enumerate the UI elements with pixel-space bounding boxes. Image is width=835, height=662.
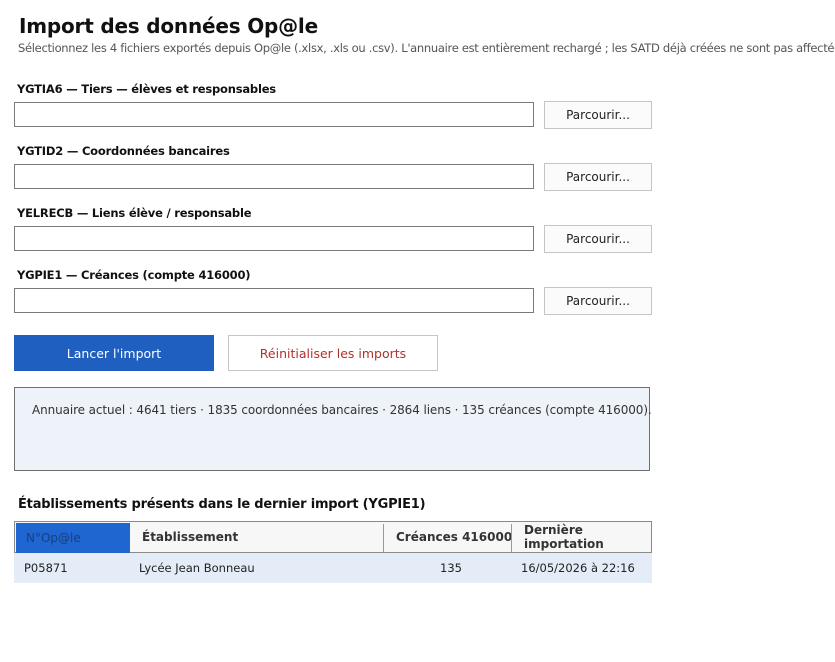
launch-import-button[interactable]: Lancer l'import <box>14 335 214 371</box>
browse-button-ygtid2[interactable]: Parcourir... <box>544 163 652 191</box>
file-path-ygtid2[interactable] <box>14 164 534 189</box>
browse-button-ygtia6[interactable]: Parcourir... <box>544 101 652 129</box>
file-label-ygtia6: YGTIA6 — Tiers — élèves et responsables <box>17 82 276 96</box>
column-header-etablissement[interactable]: Établissement <box>142 522 238 552</box>
file-label-yelrecb: YELRECB — Liens élève / responsable <box>17 206 252 220</box>
column-divider[interactable] <box>511 524 512 552</box>
column-divider[interactable] <box>383 524 384 552</box>
file-label-ygtid2: YGTID2 — Coordonnées bancaires <box>17 144 230 158</box>
file-path-ygpie1[interactable] <box>14 288 534 313</box>
cell-creances: 135 <box>440 561 462 575</box>
cell-derniere-importation: 16/05/2026 à 22:16 <box>521 561 635 575</box>
section-title: Établissements présents dans le dernier … <box>18 497 426 512</box>
status-text: Annuaire actuel : 4641 tiers · 1835 coor… <box>32 403 652 417</box>
column-header-opale[interactable]: N°Op@le <box>16 523 130 553</box>
establishments-table: N°Op@le Établissement Créances 416000 De… <box>14 521 652 583</box>
table-row[interactable]: P05871 Lycée Jean Bonneau 135 16/05/2026… <box>14 553 652 583</box>
file-path-yelrecb[interactable] <box>14 226 534 251</box>
cell-etablissement: Lycée Jean Bonneau <box>139 561 255 575</box>
browse-button-ygpie1[interactable]: Parcourir... <box>544 287 652 315</box>
reset-imports-button[interactable]: Réinitialiser les imports <box>228 335 438 371</box>
page-subtitle: Sélectionnez les 4 fichiers exportés dep… <box>18 41 835 55</box>
cell-opale: P05871 <box>24 561 68 575</box>
column-header-derniere-importation[interactable]: Dernière importation <box>524 522 651 552</box>
column-header-creances[interactable]: Créances 416000 <box>396 522 512 552</box>
file-path-ygtia6[interactable] <box>14 102 534 127</box>
browse-button-yelrecb[interactable]: Parcourir... <box>544 225 652 253</box>
file-label-ygpie1: YGPIE1 — Créances (compte 416000) <box>17 268 251 282</box>
status-panel: Annuaire actuel : 4641 tiers · 1835 coor… <box>14 387 652 471</box>
page-title: Import des données Op@le <box>19 14 318 38</box>
table-header: N°Op@le Établissement Créances 416000 De… <box>14 521 652 553</box>
